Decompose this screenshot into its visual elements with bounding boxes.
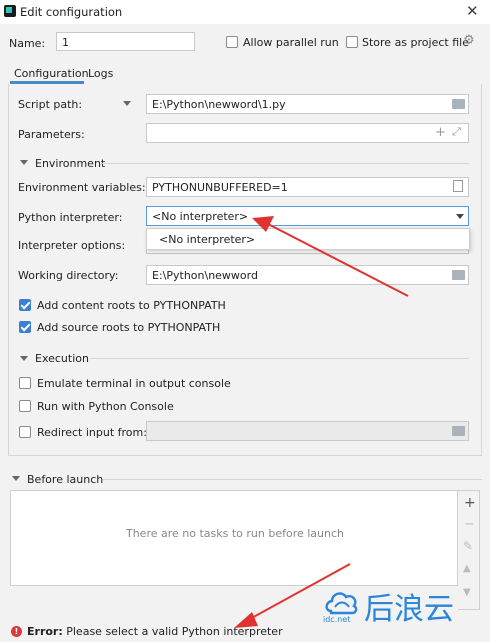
annotation-arrows — [234, 216, 409, 628]
